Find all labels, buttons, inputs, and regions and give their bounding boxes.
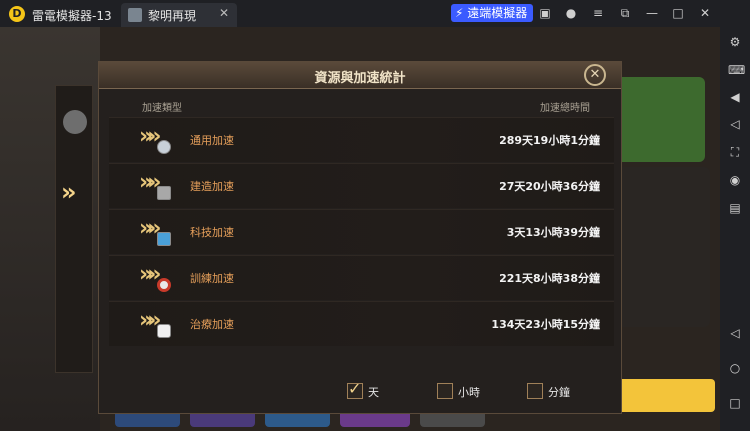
dialog-title: 資源與加速統計 (314, 71, 406, 86)
tab-game[interactable]: 黎明再現 ✕ (121, 3, 237, 27)
unit-label: 小時 (458, 386, 480, 399)
speedup-type: 訓練加速 (190, 272, 234, 285)
training-speedup-icon: »» (139, 260, 175, 296)
speedup-category-icon[interactable]: » (61, 178, 76, 206)
background-panel (610, 167, 710, 327)
research-speedup-icon: »» (139, 214, 175, 250)
ldplayer-logo-icon: D (9, 6, 25, 22)
stats-dialog: 資源與加速統計 ✕ 加速類型 加速總時間 »» 通用加速 289天19小時1分鐘… (98, 61, 622, 414)
speedup-total: 27天20小時36分鐘 (499, 180, 600, 193)
speedup-total: 3天13小時39分鐘 (506, 226, 600, 239)
side-category-panel: » (55, 85, 93, 373)
tab-label: 黎明再現 (148, 9, 197, 23)
unit-label: 分鐘 (548, 386, 570, 399)
remote-emulator-icon: ⚡ (455, 6, 464, 20)
user-icon[interactable]: ● (564, 5, 578, 21)
recent-icon[interactable]: □ (728, 396, 742, 410)
speedup-type: 治療加速 (190, 318, 234, 331)
unit-label: 天 (368, 386, 379, 399)
record-icon[interactable]: ◉ (728, 173, 742, 187)
remote-emulator-label: 遠端模擬器 (467, 6, 528, 20)
screenshot-icon[interactable]: ⛶ (728, 145, 742, 159)
build-speedup-icon: »» (139, 168, 175, 204)
volume-down-icon[interactable]: ◁ (728, 117, 742, 131)
emulator-toolbar: ⚙ ⌨ ◀ ◁ ⛶ ◉ ▤ ◁ ○ □ (720, 27, 750, 431)
speedup-type: 建造加速 (190, 180, 234, 193)
home-icon[interactable]: ○ (728, 361, 742, 375)
dialog-close-icon[interactable]: ✕ (584, 64, 606, 86)
dialog-header: 資源與加速統計 ✕ (99, 62, 621, 89)
speedup-type: 通用加速 (190, 134, 234, 147)
resources-category-icon[interactable] (63, 110, 87, 134)
volume-up-icon[interactable]: ◀ (728, 90, 742, 104)
maximize-icon[interactable]: □ (671, 5, 685, 21)
remote-emulator-button[interactable]: ⚡ 遠端模擬器 (451, 4, 534, 22)
game-viewport: » 資源與加速統計 ✕ 加速類型 加速總時間 »» 通用加速 289天19小時1… (0, 27, 720, 431)
gear-icon[interactable]: ⚙ (728, 35, 742, 49)
tab-close-icon[interactable]: ✕ (219, 6, 229, 20)
general-speedup-icon: »» (139, 122, 175, 158)
keyboard-icon[interactable]: ⌨ (728, 63, 745, 77)
table-row: »» 治療加速 134天23小時15分鐘 (109, 301, 614, 346)
minimize-icon[interactable]: — (645, 5, 659, 21)
healing-speedup-icon: »» (139, 306, 175, 342)
background-map-tile (610, 77, 705, 162)
back-icon[interactable]: ◁ (728, 326, 742, 340)
app-title: 雷電模擬器-13 (32, 9, 112, 23)
column-header-type: 加速類型 (142, 103, 182, 114)
table-row: »» 訓練加速 221天8小時38分鐘 (109, 255, 614, 300)
close-icon[interactable]: ✕ (698, 5, 712, 21)
window-titlebar: D 雷電模擬器-13 黎明再現 ✕ ⚡ 遠端模擬器 ▣ ● ≡ ⧉ — □ ✕ (0, 0, 750, 27)
table-row: »» 科技加速 3天13小時39分鐘 (109, 209, 614, 254)
checkbox-box[interactable] (527, 383, 543, 399)
more-icon[interactable]: ▤ (728, 201, 742, 215)
checkmark-icon: ✓ (348, 379, 362, 398)
speedup-total: 134天23小時15分鐘 (491, 318, 600, 331)
speedup-type: 科技加速 (190, 226, 234, 239)
checkbox-box[interactable] (437, 383, 453, 399)
restore-down-icon[interactable]: ⧉ (618, 5, 632, 21)
menu-icon[interactable]: ≡ (591, 5, 605, 21)
table-row: »» 建造加速 27天20小時36分鐘 (109, 163, 614, 208)
table-row: »» 通用加速 289天19小時1分鐘 (109, 117, 614, 162)
gift-icon[interactable]: ▣ (538, 5, 552, 21)
game-tab-icon (128, 8, 142, 22)
column-header-total-time: 加速總時間 (540, 103, 590, 114)
speedup-total: 221天8小時38分鐘 (499, 272, 600, 285)
speedup-total: 289天19小時1分鐘 (499, 134, 600, 147)
